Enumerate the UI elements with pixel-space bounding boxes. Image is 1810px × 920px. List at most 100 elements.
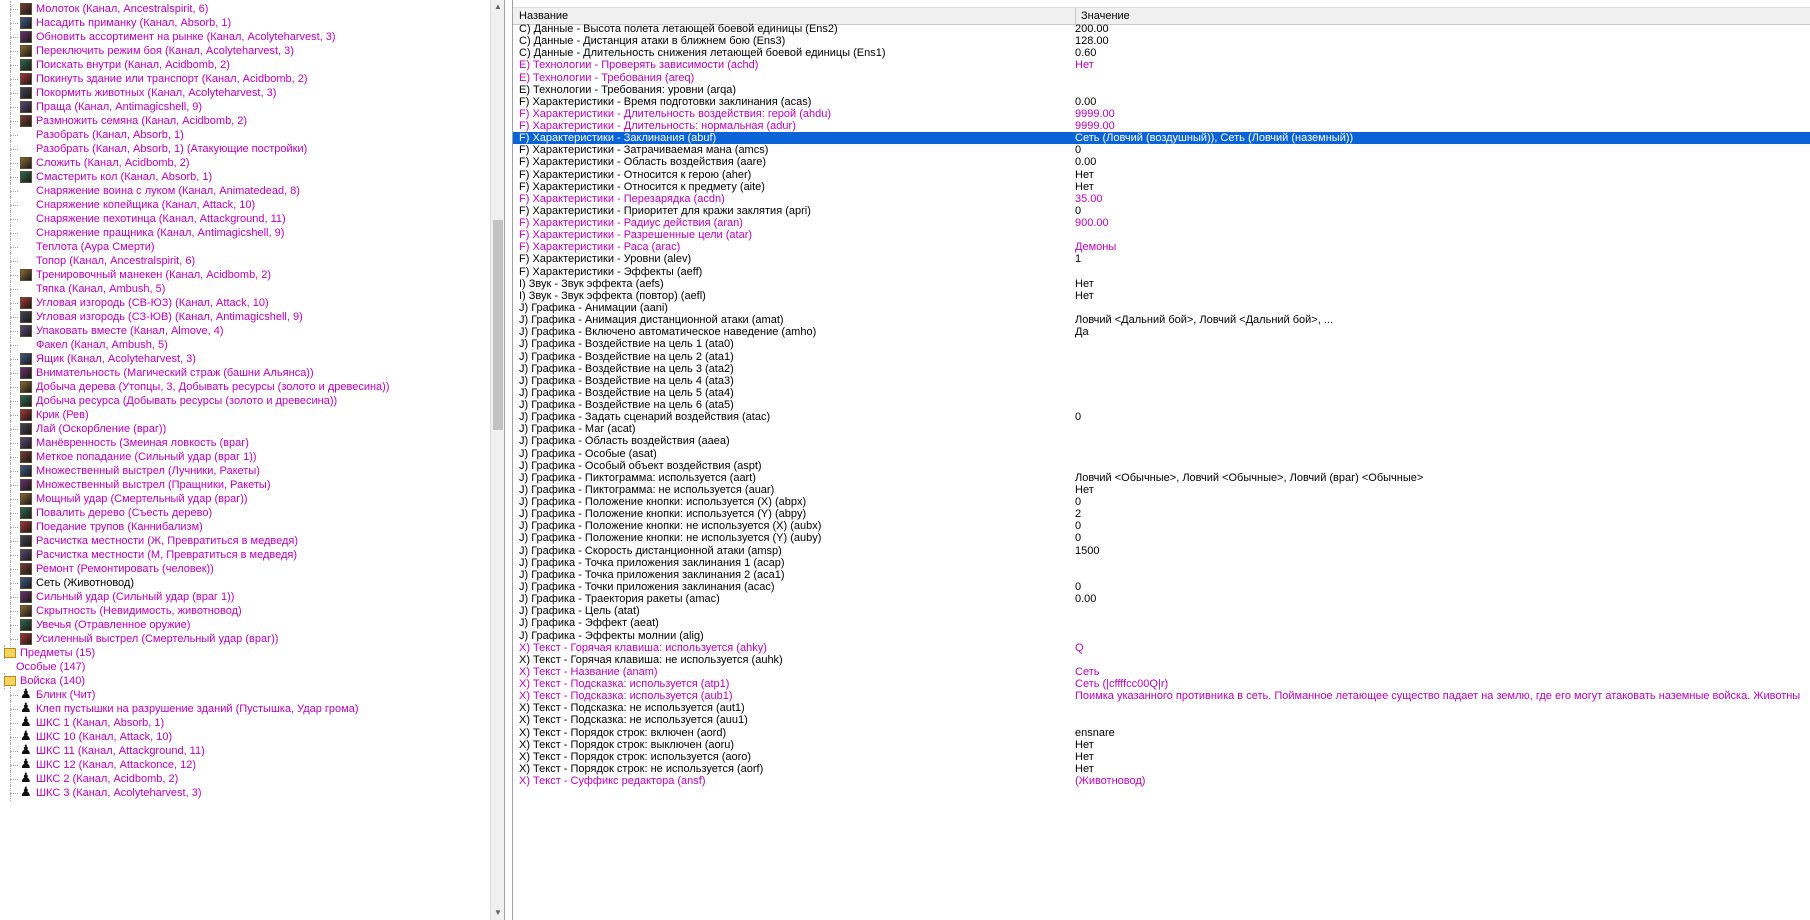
grid-row[interactable]: X) Текст - Подсказка: используется (aub1… bbox=[513, 690, 1810, 702]
grid-row[interactable]: F) Характеристики - Раса (arac) Демоны bbox=[513, 241, 1810, 253]
property-value: Нет bbox=[1075, 59, 1094, 72]
grid-row[interactable]: J) Графика - Воздействие на цель 3 (ata2… bbox=[513, 363, 1810, 375]
property-value: ensnare bbox=[1075, 726, 1115, 739]
grid-row[interactable]: J) Графика - Анимации (aani) bbox=[513, 302, 1810, 314]
grid-row[interactable]: J) Графика - Положение кнопки: не исполь… bbox=[513, 520, 1810, 532]
grid-row[interactable]: J) Графика - Включено автоматическое нав… bbox=[513, 326, 1810, 338]
grid-row[interactable]: J) Графика - Пиктограмма: не используетс… bbox=[513, 484, 1810, 496]
grid-row[interactable]: E) Технологии - Проверять зависимости (a… bbox=[513, 59, 1810, 71]
property-name: F) Характеристики - Время подготовки зак… bbox=[519, 95, 812, 108]
grid-row[interactable]: J) Графика - Воздействие на цель 4 (ata3… bbox=[513, 375, 1810, 387]
grid-row[interactable]: X) Текст - Горячая клавиша: не используе… bbox=[513, 654, 1810, 666]
scroll-thumb[interactable] bbox=[493, 220, 503, 430]
grid-row[interactable]: F) Характеристики - Перезарядка (acdn) 35… bbox=[513, 193, 1810, 205]
ability-icon bbox=[20, 87, 32, 99]
grid-row[interactable]: J) Графика - Воздействие на цель 2 (ata1… bbox=[513, 351, 1810, 363]
property-name: F) Характеристики - Разрешенные цели (at… bbox=[519, 229, 753, 242]
grid-row[interactable]: J) Графика - Точка приложения заклинания… bbox=[513, 569, 1810, 581]
column-header-value[interactable]: Значение bbox=[1075, 8, 1809, 24]
grid-row[interactable]: X) Текст - Подсказка: используется (atp1… bbox=[513, 678, 1810, 690]
grid-row[interactable]: J) Графика - Точка приложения заклинания… bbox=[513, 557, 1810, 569]
property-name: X) Текст - Подсказка: используется (atp1… bbox=[519, 678, 730, 691]
grid-row[interactable]: C) Данные - Высота полета летающей боево… bbox=[513, 23, 1810, 35]
grid-row[interactable]: X) Текст - Горячая клавиша: используется… bbox=[513, 642, 1810, 654]
grid-row[interactable]: J) Графика - Анимация дистанционной атак… bbox=[513, 314, 1810, 326]
property-name: F) Характеристики - Относится к герою (a… bbox=[519, 168, 752, 181]
grid-row[interactable]: J) Графика - Задать сценарий воздействия… bbox=[513, 411, 1810, 423]
grid-row[interactable]: J) Графика - Эффекты молнии (alig) bbox=[513, 630, 1810, 642]
grid-row[interactable]: X) Текст - Порядок строк: используется (… bbox=[513, 751, 1810, 763]
grid-row[interactable]: J) Графика - Положение кнопки: используе… bbox=[513, 508, 1810, 520]
grid-row[interactable]: J) Графика - Эффект (aeat) bbox=[513, 617, 1810, 629]
grid-row[interactable]: J) Графика - Воздействие на цель 1 (ata0… bbox=[513, 338, 1810, 350]
grid-row-selected[interactable]: F) Характеристики - Заклинания (abuf) Сет… bbox=[513, 132, 1810, 145]
property-name: E) Технологии - Проверять зависимости (a… bbox=[519, 59, 759, 72]
property-name: J) Графика - Пиктограмма: не используетс… bbox=[519, 483, 775, 496]
grid-row[interactable]: J) Графика - Скорость дистанционной атак… bbox=[513, 545, 1810, 557]
grid-row[interactable]: I) Звук - Звук эффекта (повтор) (aefl) Не… bbox=[513, 290, 1810, 302]
tree-branch-line bbox=[10, 359, 18, 361]
grid-row[interactable]: F) Характеристики - Приоритет для кражи … bbox=[513, 205, 1810, 217]
scroll-down-icon[interactable]: ▼ bbox=[491, 906, 504, 920]
grid-row[interactable]: F) Характеристики - Разрешенные цели (at… bbox=[513, 229, 1810, 241]
grid-row[interactable]: J) Графика - Особые (asat) bbox=[513, 448, 1810, 460]
grid-row[interactable]: F) Характеристики - Относится к герою (a… bbox=[513, 169, 1810, 181]
scroll-up-icon[interactable]: ▲ bbox=[491, 0, 504, 14]
property-name: X) Текст - Название (anam) bbox=[519, 665, 658, 678]
grid-row[interactable]: C) Данные - Дистанция атаки в ближнем бо… bbox=[513, 35, 1810, 47]
tree-item[interactable]: ШКС 3 (Канал, Acolyteharvest, 3) bbox=[0, 784, 490, 801]
grid-row[interactable]: J) Графика - Маг (acat) bbox=[513, 423, 1810, 435]
grid-row[interactable]: J) Графика - Точки приложения заклинания… bbox=[513, 581, 1810, 593]
object-tree[interactable]: Молоток (Канал, Ancestralspirit, 6) Насад… bbox=[0, 0, 505, 920]
property-name: E) Технологии - Требования (areq) bbox=[519, 71, 695, 84]
grid-row[interactable]: J) Графика - Особый объект воздействия (… bbox=[513, 460, 1810, 472]
property-name: J) Графика - Эффекты молнии (alig) bbox=[519, 629, 704, 642]
tree-branch-line bbox=[10, 751, 18, 753]
grid-row[interactable]: C) Данные - Длительность снижения летающ… bbox=[513, 47, 1810, 59]
grid-row[interactable]: X) Текст - Название (anam) Сеть bbox=[513, 666, 1810, 678]
grid-row[interactable]: F) Характеристики - Область воздействия … bbox=[513, 156, 1810, 168]
property-name: J) Графика - Анимация дистанционной атак… bbox=[519, 314, 784, 327]
tree-scrollbar[interactable]: ▲ ▼ bbox=[490, 0, 504, 920]
grid-row[interactable]: F) Характеристики - Уровни (alev) 1 bbox=[513, 253, 1810, 265]
property-value: Нет bbox=[1075, 762, 1094, 775]
grid-row[interactable]: J) Графика - Воздействие на цель 6 (ata5… bbox=[513, 399, 1810, 411]
grid-row[interactable]: X) Текст - Суффикс редактора (ansf) (Живо… bbox=[513, 775, 1810, 787]
column-header-name[interactable]: Название bbox=[513, 8, 1076, 24]
grid-row[interactable]: J) Графика - Пиктограмма: используется (… bbox=[513, 472, 1810, 484]
grid-row[interactable]: E) Технологии - Требования: уровни (arqa… bbox=[513, 84, 1810, 96]
property-value: Нет bbox=[1075, 750, 1094, 763]
property-name: C) Данные - Длительность снижения летающ… bbox=[519, 47, 886, 60]
grid-row[interactable]: X) Текст - Подсказка: не используется (a… bbox=[513, 714, 1810, 726]
grid-row[interactable]: J) Графика - Положение кнопки: используе… bbox=[513, 496, 1810, 508]
grid-row[interactable]: X) Текст - Порядок строк: включен (aord)… bbox=[513, 727, 1810, 739]
grid-row[interactable]: F) Характеристики - Затрачиваемая мана (… bbox=[513, 144, 1810, 156]
property-name: J) Графика - Воздействие на цель 4 (ata3… bbox=[519, 374, 734, 387]
grid-row[interactable]: F) Характеристики - Длительность воздейс… bbox=[513, 108, 1810, 120]
property-name: X) Текст - Подсказка: не используется (a… bbox=[519, 714, 748, 727]
tree-branch-line bbox=[10, 611, 18, 613]
tree-branch-line bbox=[10, 457, 18, 459]
tree-branch-line bbox=[10, 639, 18, 641]
grid-row[interactable]: J) Графика - Воздействие на цель 5 (ata4… bbox=[513, 387, 1810, 399]
grid-row[interactable]: X) Текст - Порядок строк: выключен (aoru… bbox=[513, 739, 1810, 751]
grid-row[interactable]: F) Характеристики - Относится к предмету… bbox=[513, 181, 1810, 193]
grid-row[interactable]: J) Графика - Положение кнопки: не исполь… bbox=[513, 532, 1810, 544]
property-name: J) Графика - Положение кнопки: используе… bbox=[519, 508, 807, 521]
property-value: 900.00 bbox=[1075, 217, 1109, 230]
grid-row[interactable]: X) Текст - Подсказка: не используется (a… bbox=[513, 702, 1810, 714]
property-grid[interactable]: Название Значение C) Данные - Высота пол… bbox=[512, 0, 1810, 920]
grid-row[interactable]: J) Графика - Область воздействия (aaea) bbox=[513, 435, 1810, 447]
grid-row[interactable]: F) Характеристики - Радиус действия (ara… bbox=[513, 217, 1810, 229]
grid-row[interactable]: F) Характеристики - Время подготовки зак… bbox=[513, 96, 1810, 108]
ability-icon bbox=[20, 493, 32, 505]
grid-row[interactable]: I) Звук - Звук эффекта (aefs) Нет bbox=[513, 278, 1810, 290]
tree-branch-line bbox=[10, 527, 18, 529]
grid-row[interactable]: E) Технологии - Требования (areq) bbox=[513, 72, 1810, 84]
grid-row[interactable]: X) Текст - Порядок строк: не используетс… bbox=[513, 763, 1810, 775]
grid-row[interactable]: J) Графика - Траектория ракеты (amac) 0.0… bbox=[513, 593, 1810, 605]
grid-row[interactable]: F) Характеристики - Эффекты (aeff) bbox=[513, 266, 1810, 278]
property-name: F) Характеристики - Раса (arac) bbox=[519, 241, 681, 254]
grid-row[interactable]: F) Характеристики - Длительность: нормал… bbox=[513, 120, 1810, 132]
grid-row[interactable]: J) Графика - Цель (atat) bbox=[513, 605, 1810, 617]
